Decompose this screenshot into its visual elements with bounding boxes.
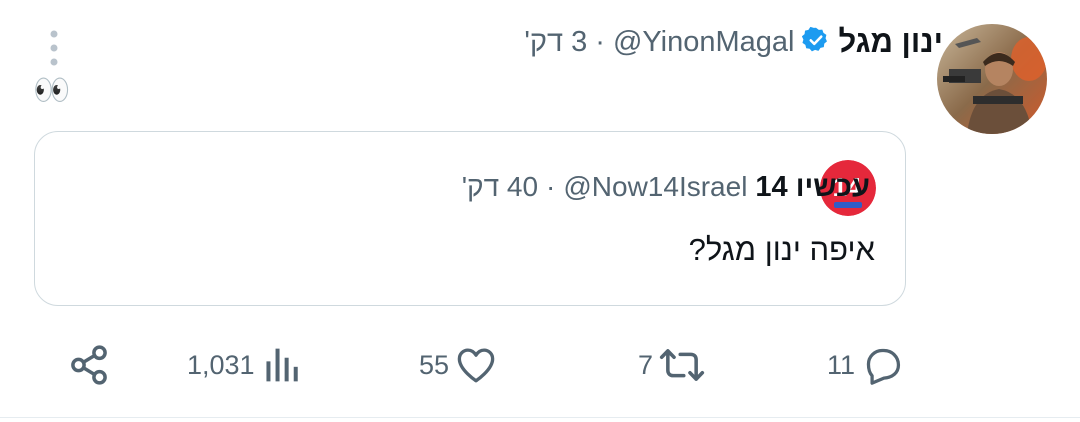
tweet-header: ינון מגל @YinonMagal · 3 דק' — [524, 22, 943, 62]
quoted-author-handle[interactable]: @Now14Israel — [563, 171, 747, 203]
reply-count: 11 — [827, 349, 856, 380]
tweet-timestamp[interactable]: 3 דק' — [524, 26, 587, 59]
reply-icon — [861, 345, 905, 385]
retweet-button[interactable]: 7 — [638, 345, 705, 385]
quoted-timestamp[interactable]: 40 דק' — [462, 171, 538, 203]
views-icon — [261, 345, 301, 385]
like-button[interactable]: 55 — [419, 345, 497, 385]
reply-button[interactable]: 11 — [827, 345, 905, 385]
divider — [0, 417, 1080, 418]
views-count: 1,031 — [187, 349, 255, 380]
quoted-author-name[interactable]: עכשיו 14 — [755, 171, 870, 204]
quoted-tweet-card[interactable] — [34, 131, 906, 306]
verified-badge-icon — [802, 26, 830, 59]
more-options-icon[interactable] — [46, 28, 62, 68]
retweet-icon — [659, 345, 705, 385]
quoted-separator-dot: · — [546, 171, 556, 202]
like-icon — [455, 345, 497, 385]
author-name[interactable]: ינון מגל — [838, 24, 943, 60]
tweet-text: 👀 — [33, 74, 71, 107]
author-handle[interactable]: @YinonMagal — [613, 26, 795, 59]
share-icon — [68, 344, 110, 386]
quoted-tweet-text: איפה ינון מגל? — [688, 232, 875, 267]
retweet-count: 7 — [638, 349, 654, 380]
share-button[interactable] — [68, 344, 110, 386]
like-count: 55 — [419, 349, 450, 380]
views-button[interactable]: 1,031 — [187, 345, 301, 385]
separator-dot: · — [595, 25, 605, 58]
quoted-tweet-header: עכשיו 14 @Now14Israel · 40 דק' — [462, 167, 870, 207]
avatar[interactable] — [937, 24, 1047, 134]
